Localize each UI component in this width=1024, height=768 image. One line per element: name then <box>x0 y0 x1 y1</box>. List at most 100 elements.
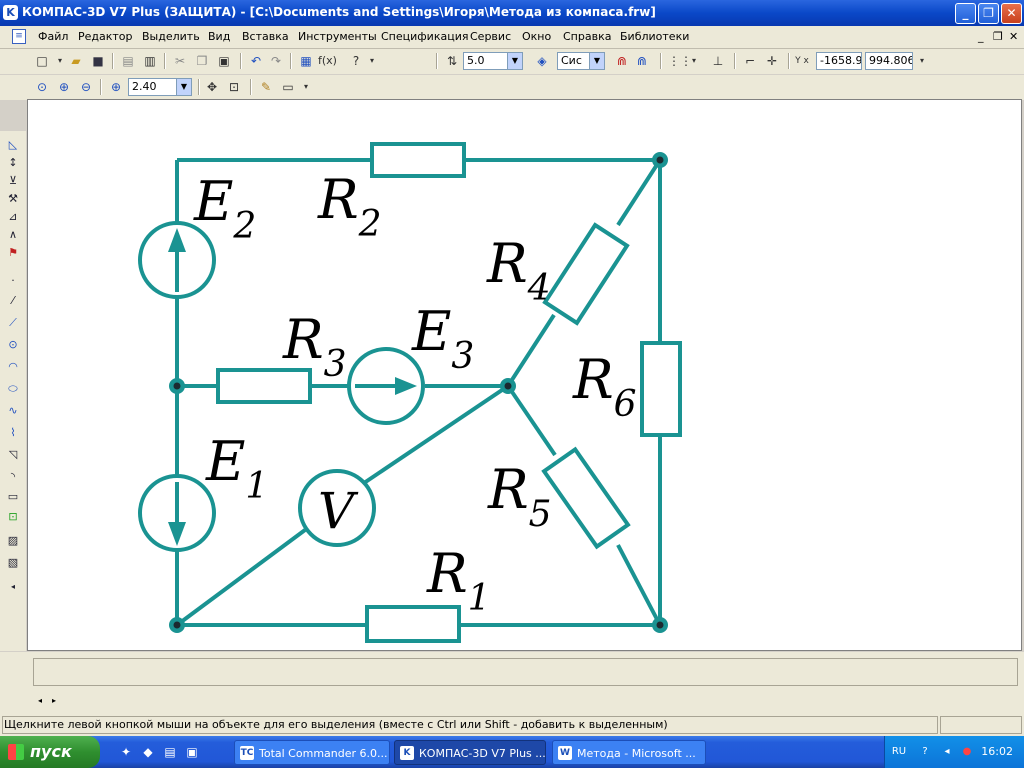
menu-help[interactable]: Справка <box>563 30 611 43</box>
zoom-in-icon[interactable]: ⊕ <box>56 79 72 95</box>
menu-editor[interactable]: Редактор <box>78 30 133 43</box>
new-file-icon[interactable]: □ <box>34 53 50 69</box>
context-help-icon[interactable]: ? <box>348 53 364 69</box>
menu-libraries[interactable]: Библиотеки <box>620 30 689 43</box>
scroll-right-icon[interactable]: ▸ <box>52 696 56 705</box>
paste-icon[interactable]: ▣ <box>216 53 232 69</box>
local-cs-icon[interactable]: ⊥ <box>710 53 726 69</box>
arc-tool-icon[interactable]: ◠ <box>4 359 22 375</box>
help-icon[interactable]: ? <box>917 744 933 760</box>
quicklaunch-kompas-icon[interactable]: ✦ <box>118 744 134 760</box>
mdi-minimize-button[interactable]: _ <box>978 30 984 43</box>
geometry-panel-icon[interactable]: ◺ <box>4 137 22 153</box>
layers-icon[interactable]: ◈ <box>534 53 550 69</box>
function-icon[interactable]: f(x) <box>318 53 337 69</box>
antivirus-icon[interactable]: ● <box>959 744 975 760</box>
coord-y-field[interactable]: 994.806 <box>865 52 913 70</box>
scroll-left-icon[interactable]: ◂ <box>38 696 42 705</box>
fillet-tool-icon[interactable]: ◝ <box>4 469 22 485</box>
cut-icon[interactable]: ✂ <box>172 53 188 69</box>
restore-button[interactable]: ❐ <box>978 3 999 24</box>
circle-tool-icon[interactable]: ⊙ <box>4 337 22 353</box>
layer-combo[interactable]: Сис ▼ <box>557 52 605 70</box>
pan-icon[interactable]: ✥ <box>204 79 220 95</box>
menu-specification[interactable]: Спецификация <box>381 30 468 43</box>
menu-service[interactable]: Сервис <box>470 30 511 43</box>
coord-x-field[interactable]: -1658.9 <box>816 52 862 70</box>
redo-icon[interactable]: ↷ <box>268 53 284 69</box>
undo-icon[interactable]: ↶ <box>248 53 264 69</box>
ellipse-tool-icon[interactable]: ⬭ <box>4 381 22 397</box>
zoom-scale-icon[interactable]: ⊕ <box>108 79 124 95</box>
polyline-tool-icon[interactable]: ⌇ <box>4 425 22 441</box>
contour-tool-icon[interactable]: ⊡ <box>4 509 22 525</box>
tray-arrow-icon[interactable]: ◂ <box>939 744 955 760</box>
minimize-button[interactable]: _ <box>955 3 976 24</box>
menu-tools[interactable]: Инструменты <box>298 30 377 43</box>
language-indicator[interactable]: RU <box>891 744 907 760</box>
task-word[interactable]: W Метода - Microsoft ... <box>552 740 706 765</box>
fill-tool-icon[interactable]: ▧ <box>4 555 22 571</box>
quicklaunch-winamp-icon[interactable]: ◆ <box>140 744 156 760</box>
menu-file[interactable]: Файл <box>38 30 68 43</box>
display-dropdown-icon[interactable]: ▾ <box>298 79 314 95</box>
new-dropdown-icon[interactable]: ▾ <box>52 53 68 69</box>
point-tool-icon[interactable]: · <box>4 273 22 289</box>
document-icon[interactable]: ≡ <box>12 29 26 44</box>
menu-insert[interactable]: Вставка <box>242 30 289 43</box>
cursor-icon[interactable]: ✛ <box>764 53 780 69</box>
bezier-tool-icon[interactable]: ∿ <box>4 403 22 419</box>
task-kompas[interactable]: K КОМПАС-3D V7 Plus ... <box>394 740 546 765</box>
open-folder-icon[interactable]: ▰ <box>68 53 84 69</box>
kompas-icon: K <box>400 746 414 760</box>
snap-local-icon[interactable]: ⋒ <box>634 53 650 69</box>
quicklaunch-desktop-icon[interactable]: ▣ <box>184 744 200 760</box>
properties-icon[interactable]: ▦ <box>298 53 314 69</box>
rectangle-tool-icon[interactable]: ▭ <box>4 489 22 505</box>
panel-scroll-row: ◂ ▸ <box>0 692 1024 714</box>
refresh-icon[interactable]: ✎ <box>258 79 274 95</box>
grid-dropdown-icon[interactable]: ▾ <box>686 53 702 69</box>
chevron-down-icon[interactable]: ▼ <box>507 53 522 69</box>
menu-select[interactable]: Выделить <box>142 30 200 43</box>
auxiliary-line-icon[interactable]: ⁄ <box>4 293 22 309</box>
quicklaunch-word-icon[interactable]: ▤ <box>162 744 178 760</box>
grid-icon[interactable]: ⋮⋮ <box>668 53 692 69</box>
mdi-restore-button[interactable]: ❐ <box>993 30 1003 43</box>
start-button[interactable]: пуск <box>0 736 100 768</box>
hatch-tool-icon[interactable]: ▨ <box>4 533 22 549</box>
display-mode-icon[interactable]: ▭ <box>280 79 296 95</box>
dimensions-panel-icon[interactable]: ↕ <box>4 155 22 171</box>
measure-panel-icon[interactable]: ∧ <box>4 227 22 243</box>
ortho-icon[interactable]: ⌐ <box>742 53 758 69</box>
mdi-close-button[interactable]: ✕ <box>1009 30 1018 43</box>
chamfer-tool-icon[interactable]: ◹ <box>4 447 22 463</box>
chevron-down-icon[interactable]: ▼ <box>589 53 604 69</box>
symbols-panel-icon[interactable]: ⊻ <box>4 173 22 189</box>
zoom-out-icon[interactable]: ⊖ <box>78 79 94 95</box>
segment-tool-icon[interactable]: ⟋ <box>4 315 22 331</box>
selection-panel-icon[interactable]: ⚑ <box>4 245 22 261</box>
edit-panel-icon[interactable]: ⚒ <box>4 191 22 207</box>
windows-logo-icon <box>8 744 24 760</box>
step-combo[interactable]: 5.0 ▼ <box>463 52 523 70</box>
show-all-icon[interactable]: ⊡ <box>226 79 242 95</box>
kompas-app-icon[interactable]: K <box>3 5 18 20</box>
parametrization-panel-icon[interactable]: ⊿ <box>4 209 22 225</box>
print-icon[interactable]: ▤ <box>120 53 136 69</box>
copy-icon[interactable]: ❐ <box>194 53 210 69</box>
snap-magnet-icon[interactable]: ⋒ <box>614 53 630 69</box>
close-button[interactable]: ✕ <box>1001 3 1022 24</box>
drawing-canvas[interactable]: E2 R2 R4 R3 E3 R6 E1 R5 V R1 <box>27 99 1022 651</box>
help-dropdown-icon[interactable]: ▾ <box>364 53 380 69</box>
toolbar-overflow-icon[interactable]: ▾ <box>914 53 930 69</box>
menu-view[interactable]: Вид <box>208 30 230 43</box>
chevron-down-icon[interactable]: ▼ <box>176 79 191 95</box>
print-preview-icon[interactable]: ▥ <box>142 53 158 69</box>
zoom-window-icon[interactable]: ⊙ <box>34 79 50 95</box>
panel-scroll-down-icon[interactable]: ◂ <box>4 579 22 595</box>
menu-window[interactable]: Окно <box>522 30 551 43</box>
zoom-combo[interactable]: 2.40 ▼ <box>128 78 192 96</box>
save-icon[interactable]: ■ <box>90 53 106 69</box>
task-total-commander[interactable]: TC Total Commander 6.0... <box>234 740 390 765</box>
